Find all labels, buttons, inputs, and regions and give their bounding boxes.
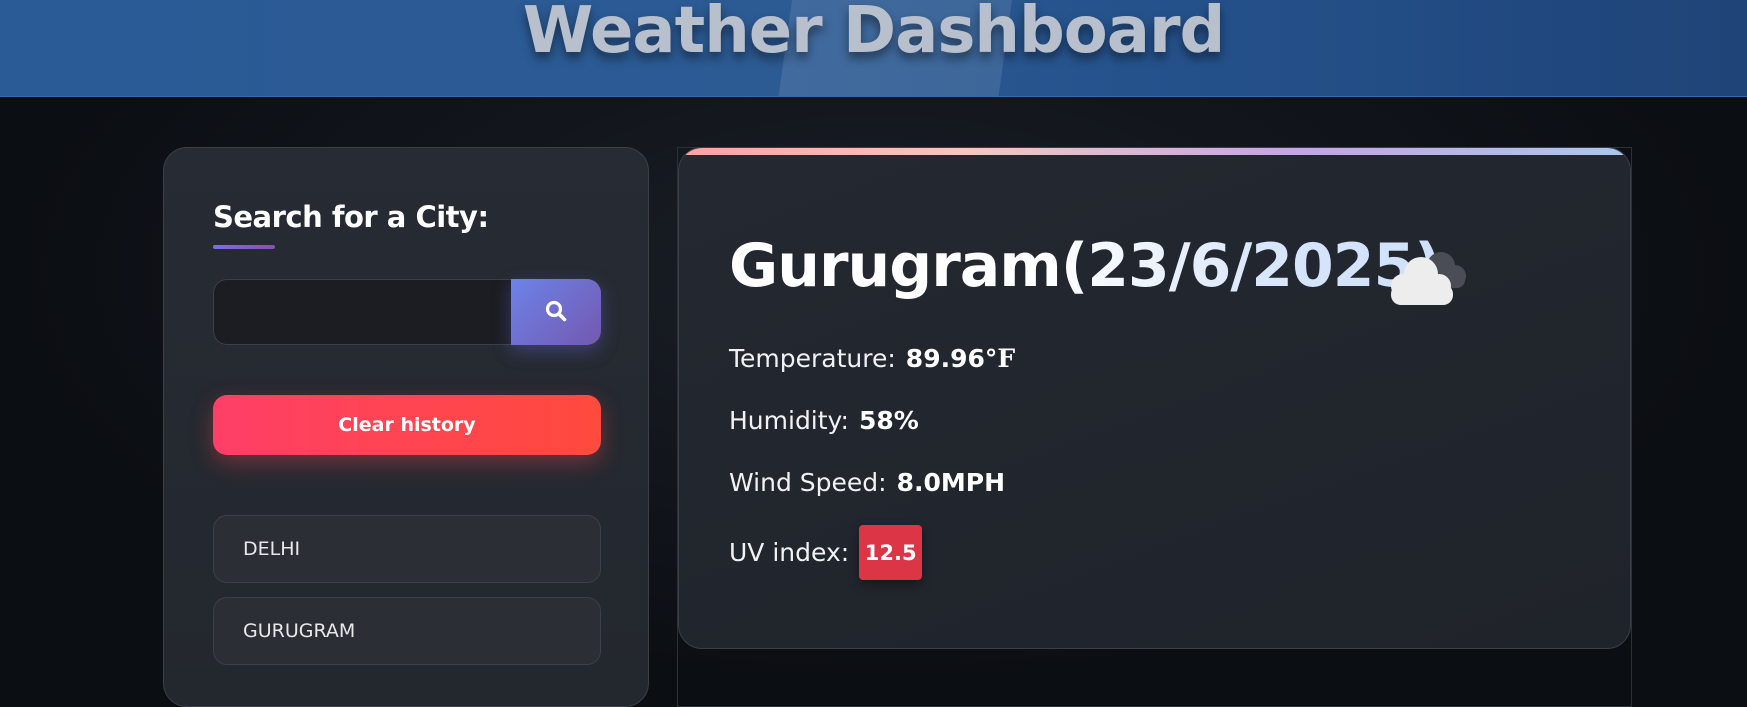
card-accent-bar — [679, 148, 1630, 155]
current-weather-card: Gurugram(23/6/2025) Temperature: 89.96 °… — [678, 147, 1631, 649]
uv-index-label: UV index: — [729, 538, 850, 567]
cloud-icon — [1379, 240, 1474, 310]
temperature-label: Temperature: — [729, 344, 896, 373]
uv-index-badge: 12.5 — [859, 525, 923, 580]
clear-history-button[interactable]: Clear history — [213, 395, 601, 455]
city-date-title: Gurugram(23/6/2025) — [729, 231, 1442, 301]
history-item-gurugram[interactable]: GURUGRAM — [213, 597, 601, 665]
search-heading: Search for a City: — [213, 200, 489, 234]
heading-underline — [213, 245, 275, 249]
search-sidebar: Search for a City: Clear history DELHI G… — [163, 147, 649, 707]
wind-speed-row: Wind Speed: 8.0MPH — [729, 468, 1005, 497]
city-search-input[interactable] — [213, 279, 511, 345]
uv-index-row: UV index: 12.5 — [729, 525, 923, 580]
humidity-row: Humidity: 58% — [729, 406, 919, 435]
temperature-value: 89.96 — [905, 344, 985, 373]
humidity-label: Humidity: — [729, 406, 849, 435]
wind-speed-label: Wind Speed: — [729, 468, 887, 497]
wind-speed-value: 8.0MPH — [896, 468, 1005, 497]
search-row — [213, 279, 601, 345]
page-title: Weather Dashboard — [522, 0, 1226, 68]
temperature-row: Temperature: 89.96 °F — [729, 344, 1015, 373]
temperature-unit: °F — [984, 344, 1016, 373]
humidity-value: 58% — [858, 406, 919, 435]
history-item-delhi[interactable]: DELHI — [213, 515, 601, 583]
app-header: Weather Dashboard — [0, 0, 1747, 97]
search-button[interactable] — [511, 279, 601, 345]
search-icon — [544, 299, 568, 326]
